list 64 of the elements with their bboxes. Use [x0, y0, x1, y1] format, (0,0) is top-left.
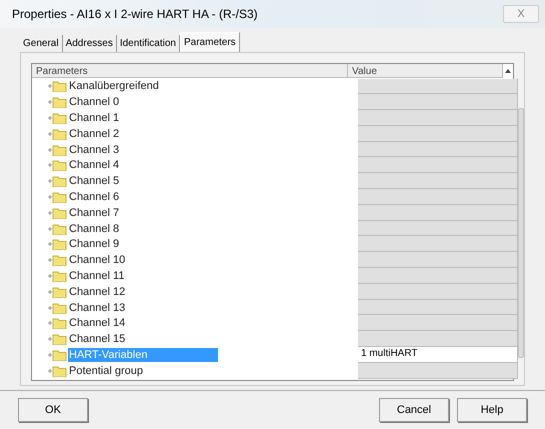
tree-item[interactable]: Channel 14 — [68, 316, 126, 330]
tree-item[interactable]: Channel 2 — [68, 126, 120, 141]
folder-icon — [48, 238, 67, 250]
value-cell[interactable] — [358, 157, 518, 174]
value-cell[interactable]: 1 multiHART — [358, 347, 518, 363]
folder-icon — [48, 302, 67, 314]
folder-icon — [48, 254, 67, 266]
value-cell[interactable] — [358, 142, 518, 158]
tree-item[interactable]: Channel 6 — [68, 190, 120, 204]
tree-item[interactable]: Channel 11 — [68, 268, 126, 283]
folder-icon — [48, 159, 67, 172]
value-cell[interactable] — [358, 94, 518, 110]
tab[interactable]: Parameters — [180, 32, 240, 52]
dialog-button[interactable]: OK — [18, 398, 88, 422]
folder-icon — [48, 175, 67, 188]
folder-icon — [48, 112, 67, 124]
dialog-button[interactable]: Cancel — [379, 398, 449, 422]
tree-item[interactable]: Channel 13 — [68, 300, 126, 315]
tree-item[interactable]: Channel 4 — [68, 158, 120, 172]
folder-icon — [48, 364, 67, 377]
folder-icon — [48, 333, 67, 346]
value-cell[interactable] — [358, 331, 518, 348]
value-cell[interactable] — [358, 236, 518, 252]
value-cell[interactable] — [358, 268, 518, 284]
tree-item[interactable]: Channel 8 — [68, 222, 120, 236]
column-header[interactable]: Value — [348, 64, 504, 78]
value-cell[interactable] — [358, 110, 518, 126]
folder-icon — [48, 317, 67, 330]
tree-item[interactable]: Potential group — [68, 364, 144, 378]
tree-item[interactable]: Channel 0 — [68, 95, 120, 110]
folder-icon — [48, 348, 67, 361]
tree-item[interactable]: Channel 10 — [68, 253, 126, 268]
tree-item[interactable]: Kanalübergreifend — [68, 79, 160, 94]
window-title: Properties - AI16 x I 2-wire HART HA - (R-/S3) — [12, 6, 258, 23]
tree-item[interactable]: Channel 1 — [68, 110, 120, 125]
value-cell[interactable] — [358, 300, 518, 316]
value-cell[interactable] — [358, 362, 518, 379]
tree-item[interactable]: Channel 9 — [68, 237, 120, 252]
tree-item[interactable]: Channel 12 — [68, 284, 126, 299]
tree-item[interactable]: Channel 15 — [68, 332, 126, 346]
column-header[interactable]: Parameters — [32, 64, 348, 78]
folder-icon — [48, 286, 67, 298]
folder-icon — [48, 222, 67, 235]
folder-icon — [48, 206, 67, 219]
tree-item[interactable]: Channel 3 — [68, 142, 120, 157]
value-cell[interactable] — [358, 220, 518, 236]
value-cell[interactable] — [358, 78, 518, 94]
scroll-up-icon[interactable] — [505, 68, 512, 72]
value-cell[interactable] — [358, 204, 518, 221]
value-cell[interactable] — [358, 189, 518, 205]
value-cell[interactable] — [358, 173, 518, 190]
folder-icon — [48, 270, 67, 282]
dialog-button[interactable]: Help — [457, 398, 527, 422]
value-cell[interactable] — [358, 126, 518, 142]
folder-icon — [48, 80, 67, 92]
tree-item[interactable]: Channel 5 — [68, 174, 120, 188]
value-cell[interactable] — [358, 252, 518, 268]
value-cell[interactable] — [358, 284, 518, 300]
folder-icon — [48, 96, 67, 108]
tree-item[interactable]: Channel 7 — [68, 206, 120, 220]
folder-icon — [48, 190, 67, 203]
folder-icon — [48, 144, 67, 156]
value-cell[interactable] — [358, 315, 518, 332]
folder-icon — [48, 128, 67, 140]
